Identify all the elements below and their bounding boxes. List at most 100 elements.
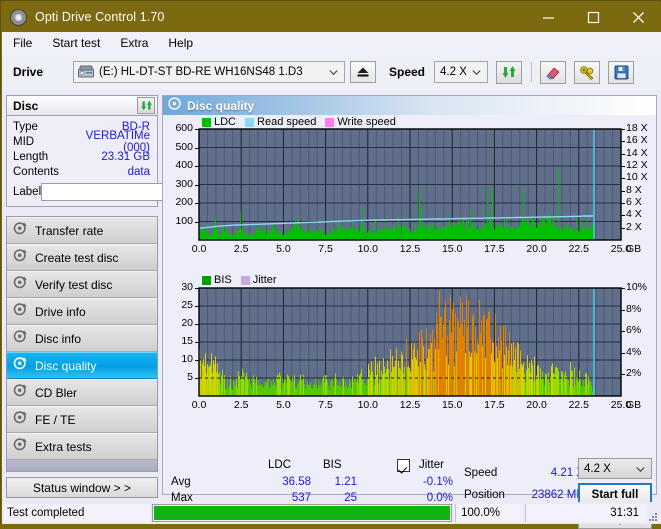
y-tick-label: 20 [163,317,193,329]
y-tick-label: 400 [163,159,193,171]
sidebar-item-label: CD Bler [35,386,77,400]
y-tick-label: 600 [163,122,193,134]
sidebar-item-disc-info[interactable]: Disc info [7,325,157,352]
y2-tick-label: 10% [626,281,647,293]
refresh-button[interactable] [496,61,522,84]
y2-tick [621,203,625,204]
y-tick-label: 30 [163,281,193,293]
disc-icon [13,248,27,267]
legend-swatch [241,276,250,285]
x-tick-label: 20.0 [521,243,553,255]
tools-button[interactable] [574,61,600,84]
menu-item-help[interactable]: Help [159,34,202,52]
y2-tick [621,215,625,216]
close-icon[interactable] [616,2,661,32]
erase-button[interactable] [540,61,566,84]
disc-contents-value: data [75,166,152,178]
sidebar-item-label: Drive info [35,305,86,319]
y-tick [195,203,199,204]
main-panel-title: Disc quality [187,99,254,113]
sidebar-item-label: Verify test disc [35,278,112,292]
legend-label: LDC [214,116,236,128]
sidebar-item-fe-te[interactable]: FE / TE [7,406,157,433]
save-button[interactable] [608,61,634,84]
sidebar-item-disc-quality[interactable]: Disc quality [7,352,157,379]
x-tick-label: 5.0 [267,243,299,255]
disc-icon [13,302,27,321]
disc-refresh-button[interactable] [137,97,155,114]
y2-tick-label: 18 X [626,122,648,134]
y-tick [195,324,199,325]
x-tick-label: 12.5 [394,243,426,255]
x-tick-label: 2.5 [225,243,257,255]
x-tick-label: 15.0 [436,399,468,411]
position-value: 23862 MB [508,489,584,501]
eraser-icon [545,65,562,80]
minimize-icon[interactable] [526,2,571,32]
stats-avg-jitter: -0.1% [395,476,453,488]
y-tick-label: 25 [163,299,193,311]
disc-quality-bis-chart: 510152025302%4%6%8%10%0.02.55.07.510.012… [163,263,656,421]
legend-swatch [202,276,211,285]
disc-length-label: Length [13,151,75,163]
y2-tick-label: 10 X [626,171,648,183]
y2-tick-label: 16 X [626,134,648,146]
status-message: Test completed [4,504,150,522]
x-tick-label: 0.0 [183,399,215,411]
drive-select[interactable]: (E:) HL-DT-ST BD-RE WH16NS48 1.D3 [73,61,345,83]
menu-item-extra[interactable]: Extra [111,34,157,52]
x-tick-label: 12.5 [394,399,426,411]
window-title: Opti Drive Control 1.70 [35,10,164,24]
y-tick [195,222,199,223]
x-tick-label: 22.5 [563,399,595,411]
sidebar-item-label: Disc quality [35,359,96,373]
stats-row-avg-label: Avg [171,476,191,488]
disc-icon [13,383,27,402]
y-tick-label: 200 [163,196,193,208]
sidebar-item-transfer-rate[interactable]: Transfer rate [7,217,157,244]
speed-select[interactable]: 4.2 X [434,61,488,83]
menu-item-start-test[interactable]: Start test [43,34,109,52]
disc-icon [13,275,27,294]
stats-avg-ldc: 36.58 [251,476,311,488]
y-tick-label: 300 [163,178,193,190]
y-tick [195,342,199,343]
refresh-icon [140,99,153,112]
maximize-icon[interactable] [571,2,616,32]
chart-canvas [163,115,656,263]
disc-type-label: Type [13,121,75,133]
disc-label-row: Label [13,182,152,202]
y2-tick [621,154,625,155]
test-speed-value: 4.2 X [584,463,611,475]
drive-value: (E:) HL-DT-ST BD-RE WH16NS48 1.D3 [99,66,303,78]
disc-row-length: Length 23.31 GB [13,149,152,164]
resize-grip-icon[interactable] [646,510,658,522]
y2-tick-label: 6% [626,324,641,336]
chart-legend: LDCRead speedWrite speed [202,116,402,128]
status-window-button[interactable]: Status window > > [6,477,158,498]
y-tick [195,129,199,130]
sidebar-item-verify-test-disc[interactable]: Verify test disc [7,271,157,298]
refresh-icon [501,64,517,80]
y2-tick [621,228,625,229]
sidebar-item-label: Disc info [35,332,81,346]
sidebar-item-create-test-disc[interactable]: Create test disc [7,244,157,271]
eject-button[interactable] [350,61,376,83]
y2-tick-label: 14 X [626,147,648,159]
x-tick-label: 5.0 [267,399,299,411]
legend-label: Jitter [253,274,277,286]
sidebar-item-drive-info[interactable]: Drive info [7,298,157,325]
sidebar-item-cd-bler[interactable]: CD Bler [7,379,157,406]
y-tick [195,288,199,289]
menu-item-file[interactable]: File [4,34,41,52]
jitter-checkbox[interactable] [397,459,410,472]
disc-icon [168,97,181,115]
sidebar-item-extra-tests[interactable]: Extra tests [7,433,157,460]
stats-header-ldc: LDC [268,459,291,471]
speed-label: Speed [389,65,425,79]
disc-icon [13,221,27,240]
eject-icon [356,66,370,78]
test-speed-select[interactable]: 4.2 X [578,458,652,479]
y2-tick-label: 8 X [626,184,642,196]
x-axis-unit-label: GB [626,399,641,411]
